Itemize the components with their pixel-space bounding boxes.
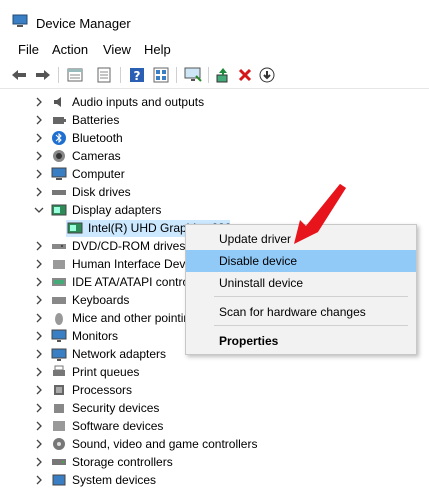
chevron-right-icon[interactable] bbox=[34, 312, 44, 324]
details-icon[interactable] bbox=[152, 66, 170, 84]
tree-item-label: Print queues bbox=[72, 365, 140, 379]
chevron-right-icon[interactable] bbox=[34, 132, 44, 144]
chevron-right-icon[interactable] bbox=[34, 348, 44, 360]
tree-item-label: Sound, video and game controllers bbox=[72, 437, 258, 451]
chevron-right-icon[interactable] bbox=[34, 96, 44, 108]
menu-properties[interactable]: Properties bbox=[186, 330, 416, 352]
menu-view[interactable]: View bbox=[103, 42, 131, 57]
annotation-arrow bbox=[294, 184, 346, 244]
chevron-right-icon[interactable] bbox=[34, 366, 44, 378]
menu-file[interactable]: File bbox=[18, 42, 39, 57]
properties-sheet-icon[interactable] bbox=[66, 66, 84, 84]
hid-icon bbox=[53, 260, 65, 269]
tree-item-label: System devices bbox=[72, 473, 157, 487]
tree-category-item[interactable]: Disk drives bbox=[0, 183, 429, 201]
toolbar: ? bbox=[0, 62, 429, 89]
tree-item-label: Computer bbox=[72, 167, 125, 181]
ide-icon bbox=[52, 278, 66, 286]
tree-item-label: Storage controllers bbox=[72, 455, 173, 469]
title-bar: Device Manager bbox=[0, 0, 429, 36]
chevron-right-icon[interactable] bbox=[34, 168, 44, 180]
chevron-right-icon[interactable] bbox=[34, 294, 44, 306]
processor-icon bbox=[54, 385, 64, 395]
tree-item-label: Audio inputs and outputs bbox=[72, 95, 205, 109]
tree-item-label: Security devices bbox=[72, 401, 160, 415]
help-icon[interactable]: ? bbox=[128, 66, 146, 84]
tree-category-item[interactable]: System devices bbox=[0, 471, 429, 489]
tree-category-item[interactable]: Software devices bbox=[0, 417, 429, 435]
disk-icon bbox=[52, 190, 66, 195]
tree-category-item[interactable]: Cameras bbox=[0, 147, 429, 165]
chevron-right-icon[interactable] bbox=[34, 186, 44, 198]
tree-category-item[interactable]: Audio inputs and outputs bbox=[0, 93, 429, 111]
sound-icon bbox=[53, 438, 65, 450]
security-icon bbox=[54, 404, 64, 413]
printer-icon bbox=[53, 365, 65, 376]
tree-category-item[interactable]: Batteries bbox=[0, 111, 429, 129]
tree-item-label: Keyboards bbox=[72, 293, 130, 307]
tree-category-item[interactable]: Bluetooth bbox=[0, 129, 429, 147]
display-adapter-icon bbox=[51, 204, 67, 216]
battery-icon bbox=[53, 117, 66, 124]
tree-item-label: DVD/CD-ROM drives bbox=[72, 239, 186, 253]
chevron-right-icon[interactable] bbox=[34, 330, 44, 342]
chevron-right-icon[interactable] bbox=[34, 240, 44, 252]
menu-scan-hardware[interactable]: Scan for hardware changes bbox=[186, 301, 416, 323]
list-icon[interactable] bbox=[95, 66, 113, 84]
display-adapter-icon bbox=[67, 222, 83, 234]
menu-action[interactable]: Action bbox=[52, 42, 88, 57]
bluetooth-icon bbox=[52, 131, 66, 145]
forward-icon[interactable] bbox=[34, 66, 52, 84]
tree-category-item[interactable]: Sound, video and game controllers bbox=[0, 435, 429, 453]
tree-category-item[interactable]: Print queues bbox=[0, 363, 429, 381]
chevron-right-icon[interactable] bbox=[34, 150, 44, 162]
network-icon bbox=[51, 348, 67, 361]
chevron-right-icon[interactable] bbox=[34, 384, 44, 396]
tree-category-item[interactable]: Display adapters bbox=[0, 201, 429, 219]
tree-item-label: Display adapters bbox=[72, 203, 162, 217]
menu-bar: File Action View Help bbox=[0, 40, 429, 60]
camera-icon bbox=[53, 150, 65, 162]
window-title: Device Manager bbox=[36, 16, 131, 31]
tree-item-label: Network adapters bbox=[72, 347, 167, 361]
tree-item-label: Software devices bbox=[72, 419, 164, 433]
update-driver-icon[interactable] bbox=[214, 66, 232, 84]
tree-item-label: Processors bbox=[72, 383, 133, 397]
storage-icon bbox=[52, 459, 66, 465]
chevron-right-icon[interactable] bbox=[34, 420, 44, 432]
dvd-icon bbox=[52, 244, 66, 249]
chevron-right-icon[interactable] bbox=[34, 258, 44, 270]
chevron-right-icon[interactable] bbox=[34, 114, 44, 126]
tree-item-label: Cameras bbox=[72, 149, 121, 163]
chevron-right-icon[interactable] bbox=[34, 456, 44, 468]
chevron-right-icon[interactable] bbox=[34, 276, 44, 288]
monitor-icon bbox=[51, 329, 67, 342]
device-manager-icon bbox=[12, 14, 28, 27]
back-icon[interactable] bbox=[10, 66, 28, 84]
computer-icon bbox=[51, 167, 67, 180]
keyboard-icon bbox=[52, 297, 66, 304]
menu-uninstall-device[interactable]: Uninstall device bbox=[186, 272, 416, 294]
tree-category-item[interactable]: Security devices bbox=[0, 399, 429, 417]
uninstall-icon[interactable] bbox=[236, 66, 254, 84]
tree-item-label: Bluetooth bbox=[72, 131, 123, 145]
tree-item-label: Batteries bbox=[72, 113, 120, 127]
chevron-right-icon[interactable] bbox=[34, 402, 44, 414]
tree-category-item[interactable]: Processors bbox=[0, 381, 429, 399]
tree-category-item[interactable]: Computer bbox=[0, 165, 429, 183]
monitor-icon[interactable] bbox=[184, 66, 202, 84]
chevron-right-icon[interactable] bbox=[34, 438, 44, 450]
svg-text:?: ? bbox=[134, 69, 141, 83]
chevron-down-icon[interactable] bbox=[34, 204, 44, 216]
menu-help[interactable]: Help bbox=[144, 42, 171, 57]
download-icon[interactable] bbox=[258, 66, 276, 84]
software-icon bbox=[53, 421, 65, 431]
tree-item-label: Monitors bbox=[72, 329, 119, 343]
tree-item-label: Disk drives bbox=[72, 185, 131, 199]
tree-category-item[interactable]: Storage controllers bbox=[0, 453, 429, 471]
speaker-icon bbox=[54, 97, 61, 107]
mouse-icon bbox=[55, 313, 63, 325]
chevron-right-icon[interactable] bbox=[34, 474, 44, 486]
system-icon bbox=[52, 474, 66, 486]
